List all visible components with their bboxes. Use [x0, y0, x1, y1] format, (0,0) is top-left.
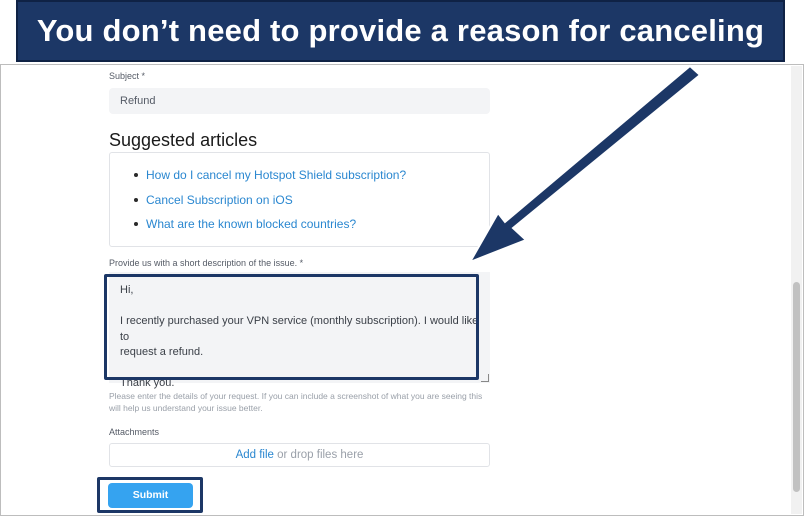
annotation-banner: You don’t need to provide a reason for c… — [16, 0, 785, 62]
arrow-icon — [467, 64, 702, 264]
annotation-arrow — [467, 64, 702, 264]
